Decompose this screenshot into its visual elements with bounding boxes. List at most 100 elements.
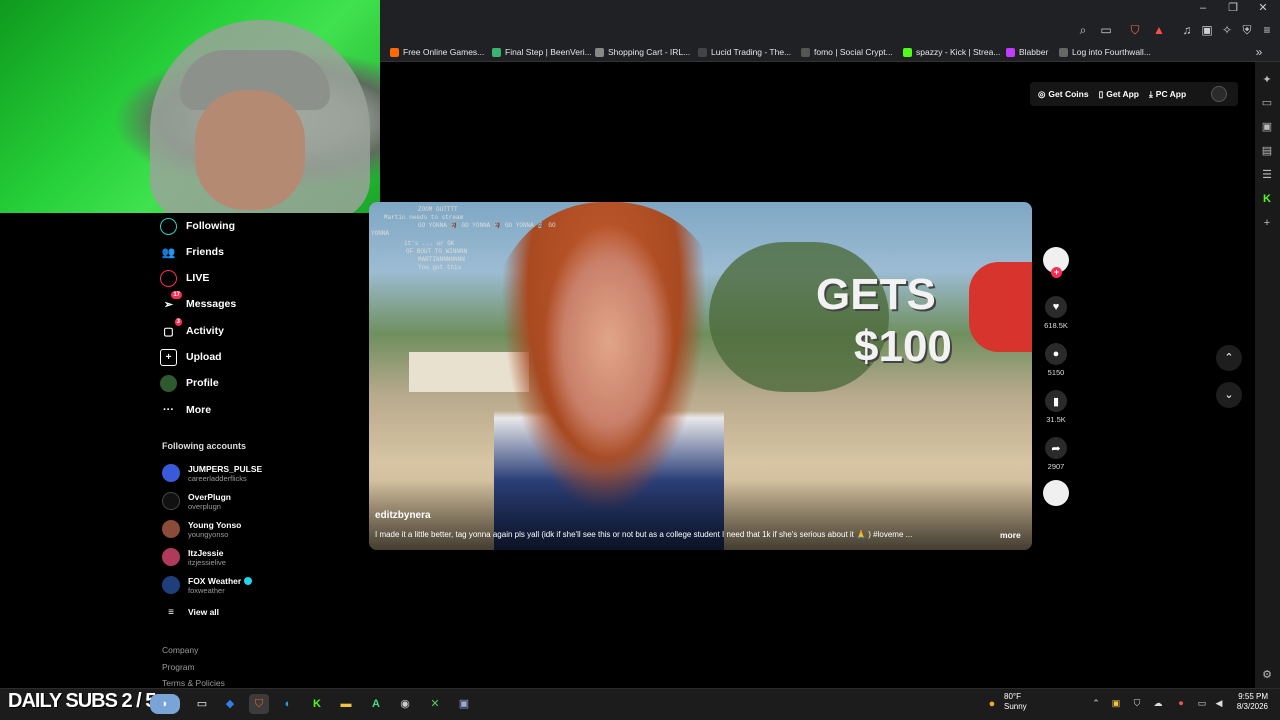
footer-link-company[interactable]: Company bbox=[162, 645, 198, 655]
kick-app-icon[interactable]: K bbox=[307, 694, 327, 714]
sidebar-item-profile[interactable]: Profile bbox=[160, 372, 219, 394]
bookmark-item[interactable]: spazzy - Kick | Strea... bbox=[903, 45, 1000, 59]
user-avatar[interactable] bbox=[1211, 86, 1227, 102]
app-window-icon[interactable]: ▣ bbox=[454, 694, 474, 714]
following-icon bbox=[160, 217, 177, 235]
bookmark-item[interactable]: Log into Fourthwall... bbox=[1059, 45, 1151, 59]
like-count: 618.5K bbox=[1044, 321, 1068, 330]
tray-app-icon[interactable]: ▣ bbox=[1110, 698, 1122, 709]
video-gradient bbox=[369, 480, 1032, 550]
weather-widget[interactable]: 80°F Sunny bbox=[1004, 692, 1027, 712]
following-account[interactable]: Young Yonso youngyonso bbox=[162, 517, 241, 541]
wallet-icon[interactable]: ▣ bbox=[1198, 21, 1216, 39]
tray-app-icon[interactable]: ⛉ bbox=[1131, 698, 1143, 709]
leo-ai-icon[interactable]: ✦ bbox=[1259, 72, 1275, 88]
get-app-button[interactable]: ▯ Get App bbox=[1099, 89, 1139, 100]
share-button[interactable]: ➦ 2907 bbox=[1042, 437, 1070, 471]
pc-app-button[interactable]: ⤓ PC App bbox=[1149, 89, 1186, 100]
sidebar-item-friends[interactable]: 👥 Friends bbox=[160, 241, 224, 263]
follow-plus-icon[interactable]: + bbox=[1051, 267, 1062, 278]
bookmark-label: Lucid Trading - The... bbox=[711, 47, 792, 57]
sidebar-item-messages[interactable]: ➢ 17 Messages bbox=[160, 290, 236, 315]
activity-icon: ▢ 3 bbox=[163, 317, 182, 338]
sidebar-item-following[interactable]: Following bbox=[160, 215, 235, 237]
app-icon[interactable]: ◆ bbox=[220, 694, 240, 714]
vpn-icon[interactable]: ⛨ bbox=[1238, 21, 1256, 39]
network-icon[interactable]: ▭ bbox=[1196, 698, 1208, 709]
settings-gear-icon[interactable]: ⚙ bbox=[1259, 667, 1275, 683]
cast-icon[interactable]: ▭ bbox=[1097, 21, 1115, 39]
history-panel-icon[interactable]: ☰ bbox=[1259, 167, 1275, 183]
bookmark-item[interactable]: Blabber bbox=[1006, 45, 1048, 59]
bookmark-item[interactable]: fomo | Social Crypt... bbox=[801, 45, 893, 59]
sidebar-item-activity[interactable]: ▢ 3 Activity bbox=[160, 317, 224, 342]
xbox-icon[interactable]: ✕ bbox=[425, 694, 445, 714]
phone-icon: ▯ bbox=[1098, 88, 1104, 99]
extensions-icon[interactable]: ✧ bbox=[1218, 21, 1236, 39]
sidebar-item-live[interactable]: LIVE bbox=[160, 267, 209, 289]
caption-more-button[interactable]: more bbox=[1000, 530, 1021, 540]
more-bookmarks-icon[interactable]: » bbox=[1250, 43, 1268, 61]
kick-icon[interactable]: K bbox=[1259, 191, 1275, 207]
bookmark-label: fomo | Social Crypt... bbox=[814, 47, 893, 57]
reading-list-icon[interactable]: ▭ bbox=[1259, 95, 1275, 111]
bookmark-favicon bbox=[698, 47, 707, 57]
sound-avatar[interactable] bbox=[1042, 480, 1070, 506]
verified-icon bbox=[244, 577, 253, 586]
avatar bbox=[162, 548, 180, 566]
task-view-icon[interactable]: ▭ bbox=[192, 694, 212, 714]
video-player[interactable] bbox=[369, 202, 1032, 550]
clock[interactable]: 9:55 PM 8/3/2026 bbox=[1230, 692, 1268, 712]
video-author[interactable]: editzbynera bbox=[375, 510, 431, 521]
obs-icon[interactable]: ◉ bbox=[395, 694, 415, 714]
account-name: ItzJessie bbox=[188, 547, 224, 558]
terminal-icon[interactable]: A bbox=[366, 694, 386, 714]
edge-browser-icon[interactable]: ◐ bbox=[278, 694, 298, 714]
bookmark-label: Log into Fourthwall... bbox=[1072, 47, 1151, 57]
tray-expand-icon[interactable]: ⌃ bbox=[1090, 698, 1102, 709]
bookmark-item[interactable]: Final Step | BeenVeri... bbox=[492, 45, 592, 59]
bookmark-item[interactable]: Shopping Cart - IRL... bbox=[595, 45, 690, 59]
sidebar-item-upload[interactable]: + Upload bbox=[160, 346, 222, 368]
bookmarks-panel-icon[interactable]: ▤ bbox=[1259, 143, 1275, 159]
clock-time: 9:55 PM bbox=[1238, 692, 1268, 701]
close-window-icon[interactable]: ✕ bbox=[1248, 0, 1278, 20]
media-icon[interactable]: ♫ bbox=[1178, 21, 1196, 39]
following-account[interactable]: OverPlugn overplugn bbox=[162, 489, 231, 513]
restore-icon[interactable]: ❐ bbox=[1218, 0, 1248, 20]
file-explorer-icon[interactable]: ▬ bbox=[336, 694, 356, 714]
footer-link-terms[interactable]: Terms & Policies bbox=[162, 678, 225, 688]
brave-shield-icon[interactable]: ⛉ bbox=[1126, 21, 1144, 39]
comment-button[interactable]: ● 5150 bbox=[1042, 343, 1070, 377]
following-account[interactable]: JUMPERS_PULSE careerladderflicks bbox=[162, 461, 262, 485]
search-icon[interactable]: ⌕ bbox=[1074, 21, 1092, 39]
brave-rewards-icon[interactable]: ▲ bbox=[1150, 21, 1168, 39]
footer-link-program[interactable]: Program bbox=[162, 662, 195, 672]
volume-icon[interactable]: ◀ bbox=[1213, 698, 1225, 709]
save-button[interactable]: ▮ 31.5K bbox=[1042, 390, 1070, 424]
chat-line: GO YONNA 🗿 GO YONNA 🗿 GO YONNA 🗿 GO bbox=[418, 222, 556, 229]
avatar bbox=[162, 520, 180, 538]
view-all-button[interactable]: ≡ View all bbox=[162, 600, 219, 624]
bookmark-item[interactable]: Lucid Trading - The... bbox=[698, 45, 791, 59]
menu-icon[interactable]: ≡ bbox=[1258, 21, 1276, 39]
daily-subs-overlay: DAILY SUBS 2 / 5 bbox=[8, 690, 156, 712]
add-panel-icon[interactable]: + bbox=[1259, 215, 1275, 231]
bookmark-item[interactable]: Free Online Games... bbox=[390, 45, 484, 59]
following-account[interactable]: ItzJessie itzjessielive bbox=[162, 545, 226, 569]
browser-toolbar bbox=[380, 20, 1280, 42]
next-video-button[interactable]: ⌄ bbox=[1216, 382, 1242, 408]
wallet-panel-icon[interactable]: ▣ bbox=[1259, 119, 1275, 135]
microphone-icon[interactable]: ⏺ bbox=[1175, 698, 1187, 709]
following-account[interactable]: FOX Weather foxweather bbox=[162, 573, 253, 597]
sidebar-item-more[interactable]: ··· More bbox=[160, 399, 211, 421]
previous-video-button[interactable]: ⌃ bbox=[1216, 345, 1242, 371]
get-coins-button[interactable]: ◎ Get Coins bbox=[1038, 89, 1089, 100]
like-button[interactable]: ♥ 618.5K bbox=[1042, 296, 1070, 330]
tray-app-icon[interactable]: ☁ bbox=[1152, 698, 1164, 709]
search-highlight-icon[interactable]: ◗ bbox=[150, 694, 180, 714]
brave-browser-icon[interactable]: ⛉ bbox=[249, 694, 269, 714]
creator-avatar[interactable]: + bbox=[1042, 247, 1070, 278]
minimize-icon[interactable]: – bbox=[1188, 0, 1218, 20]
avatar bbox=[162, 576, 180, 594]
